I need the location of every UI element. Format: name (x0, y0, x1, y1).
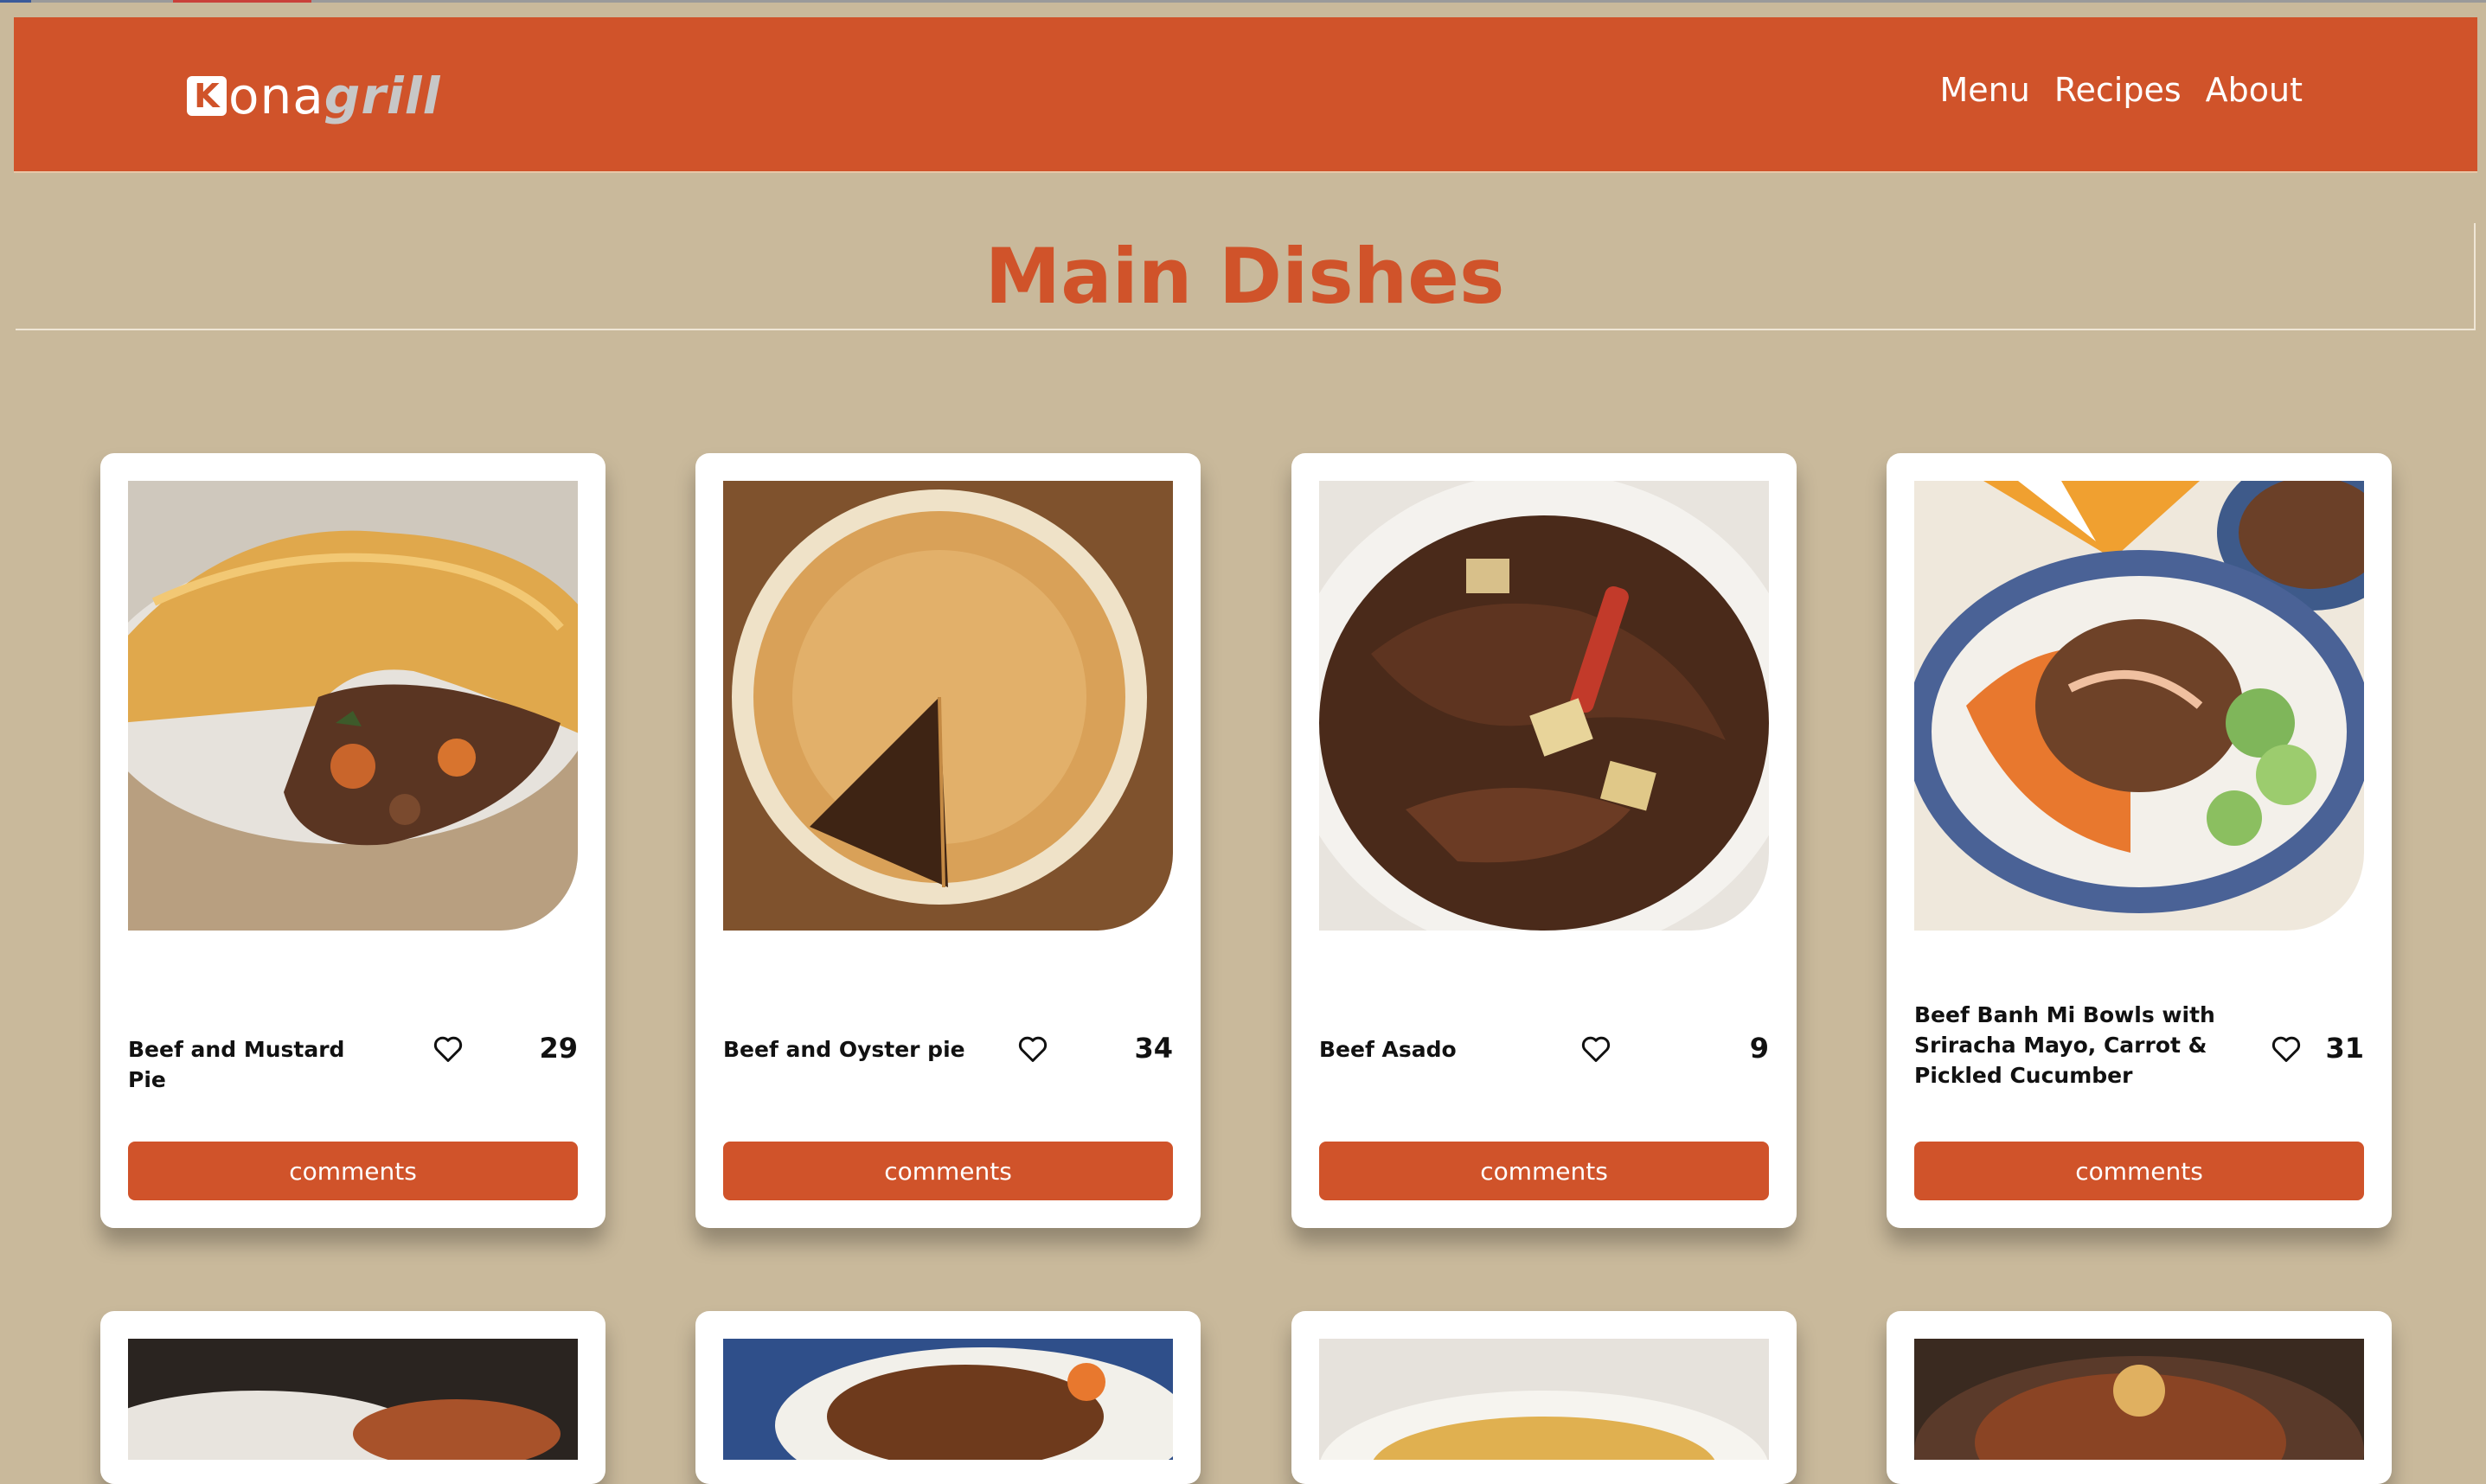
like-count: 29 (539, 1032, 578, 1065)
site-header: K ona grill Menu Recipes About (14, 17, 2477, 173)
recipe-card: Beef and Mustard Pie 29 comments (100, 453, 605, 1228)
comments-button[interactable]: comments (723, 1142, 1173, 1200)
page-title: Main Dishes (984, 232, 1505, 321)
recipe-card: Beef Asado 9 comments (1291, 453, 1797, 1228)
tab-indicator (173, 0, 311, 3)
nav-menu-link[interactable]: Menu (1939, 71, 2029, 111)
like-count: 34 (1134, 1032, 1173, 1065)
nav-about-link[interactable]: About (2206, 71, 2303, 111)
logo-text: ona (228, 67, 324, 125)
like-count: 31 (2325, 1032, 2364, 1065)
tab-indicator (0, 0, 31, 3)
heart-icon[interactable] (1580, 1034, 1611, 1064)
logo-accent-text: grill (324, 67, 441, 125)
logo-mark: K (187, 76, 227, 116)
recipe-card (695, 1311, 1201, 1484)
recipe-image (1319, 481, 1769, 931)
comments-button[interactable]: comments (1914, 1142, 2364, 1200)
recipe-card: Beef Banh Mi Bowls with Sriracha Mayo, C… (1887, 453, 2392, 1228)
recipe-card (1887, 1311, 2392, 1484)
recipe-image (1914, 481, 2364, 931)
recipe-card (100, 1311, 605, 1484)
recipe-name: Beef and Oyster pie (723, 1037, 965, 1062)
like-count: 9 (1749, 1032, 1769, 1065)
page-title-section: Main Dishes (16, 223, 2476, 330)
comments-button[interactable]: comments (128, 1142, 578, 1200)
recipe-image (723, 1339, 1173, 1460)
recipe-image (1914, 1339, 2364, 1460)
nav-recipes-link[interactable]: Recipes (2054, 71, 2182, 111)
recipe-image (128, 1339, 578, 1460)
main-nav: Menu Recipes About (1939, 71, 2303, 111)
recipe-image (723, 481, 1173, 931)
heart-icon[interactable] (2271, 1034, 2302, 1064)
recipe-card (1291, 1311, 1797, 1484)
recipe-card: Beef and Oyster pie 34 comments (695, 453, 1201, 1228)
browser-top-strip (0, 0, 2486, 3)
brand-logo[interactable]: K ona grill (187, 71, 441, 121)
recipe-image (1319, 1339, 1769, 1460)
recipe-name: Beef and Mustard Pie (128, 1037, 345, 1092)
recipe-name: Beef Banh Mi Bowls with Sriracha Mayo, C… (1914, 1002, 2215, 1088)
comments-button[interactable]: comments (1319, 1142, 1769, 1200)
heart-icon[interactable] (1017, 1034, 1048, 1064)
recipe-image (128, 481, 578, 931)
recipe-name: Beef Asado (1319, 1037, 1457, 1062)
heart-icon[interactable] (432, 1034, 464, 1064)
